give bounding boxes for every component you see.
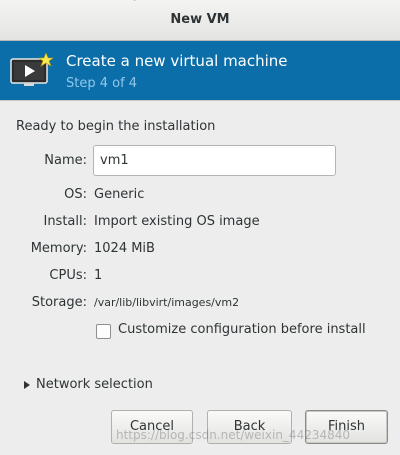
os-value: Generic [94, 187, 145, 202]
wizard-title: Create a new virtual machine [66, 52, 288, 70]
back-button[interactable]: Back [207, 410, 292, 444]
cpus-value: 1 [94, 268, 103, 283]
name-label: Name: [44, 153, 87, 168]
os-label: OS: [64, 187, 87, 202]
install-value: Import existing OS image [94, 214, 260, 229]
finish-button[interactable]: Finish [305, 410, 388, 444]
cpus-label: CPUs: [49, 268, 87, 283]
name-input[interactable] [93, 145, 336, 176]
ghost-menu-text: File Edit View Help [24, 0, 140, 16]
customize-checkbox[interactable] [96, 324, 111, 339]
expander-arrow-icon[interactable] [22, 380, 32, 390]
banner-separator [0, 100, 400, 101]
summary-heading: Ready to begin the installation [16, 119, 216, 134]
memory-value: 1024 MiB [94, 241, 155, 256]
customize-label[interactable]: Customize configuration before install [118, 322, 366, 337]
wizard-step: Step 4 of 4 [66, 76, 138, 91]
memory-label: Memory: [30, 241, 87, 256]
network-selection-expander[interactable]: Network selection [36, 377, 153, 392]
storage-label: Storage: [31, 295, 87, 310]
cancel-button[interactable]: Cancel [111, 410, 193, 444]
install-label: Install: [43, 214, 87, 229]
window-titlebar: File Edit View Help New VM [0, 0, 400, 41]
wizard-banner: Create a new virtual machine Step 4 of 4 [0, 41, 400, 100]
vm-monitor-icon [10, 53, 54, 86]
window-title: New VM [170, 12, 230, 27]
storage-value: /var/lib/libvirt/images/vm2 [94, 296, 240, 309]
